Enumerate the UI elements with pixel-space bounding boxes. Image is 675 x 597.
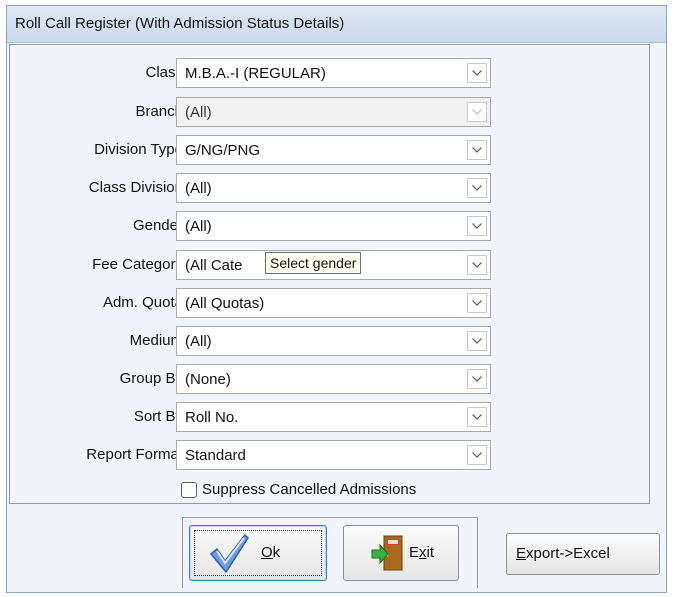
adm-quota-dropdown[interactable]: (All Quotas) — [176, 288, 491, 318]
chevron-down-icon — [467, 102, 487, 122]
chevron-down-icon[interactable] — [467, 331, 487, 351]
gender-tooltip: Select gender — [265, 252, 362, 274]
branch-dropdown: (All) — [176, 97, 491, 127]
window-title: Roll Call Register (With Admission Statu… — [15, 15, 345, 32]
class-division-value: (All) — [185, 180, 212, 197]
exit-mnemonic: x — [419, 544, 427, 561]
suppress-cancelled-checkbox[interactable] — [181, 482, 197, 498]
export-mnemonic: E — [516, 545, 527, 562]
chevron-down-icon[interactable] — [467, 407, 487, 427]
medium-label: Medium — [129, 332, 183, 349]
class-division-label: Class Division — [88, 179, 183, 196]
class-value: M.B.A.-I (REGULAR) — [185, 65, 326, 82]
suppress-cancelled-label: Suppress Cancelled Admissions — [202, 481, 417, 498]
adm-quota-value: (All Quotas) — [185, 295, 265, 312]
chevron-down-icon[interactable] — [467, 216, 487, 236]
medium-value: (All) — [185, 333, 212, 350]
exit-button[interactable]: Exit — [343, 525, 459, 581]
checkmark-icon — [210, 534, 249, 573]
branch-value: (All) — [185, 104, 212, 121]
medium-dropdown[interactable]: (All) — [176, 326, 491, 356]
ok-label-rest: k — [272, 544, 281, 561]
division-type-dropdown[interactable]: G/NG/PNG — [176, 135, 491, 165]
group-by-dropdown[interactable]: (None) — [176, 364, 491, 394]
class-division-dropdown[interactable]: (All) — [176, 173, 491, 203]
chevron-down-icon[interactable] — [467, 63, 487, 83]
chevron-down-icon[interactable] — [467, 445, 487, 465]
export-label-rest: xport->Excel — [526, 545, 610, 562]
group-by-label: Group By — [119, 370, 183, 387]
report-format-value: Standard — [185, 447, 246, 464]
division-type-value: G/NG/PNG — [185, 142, 261, 159]
exit-door-icon — [371, 535, 403, 571]
fee-category-label: Fee Category — [92, 256, 183, 273]
division-type-label: Division Type — [94, 141, 183, 158]
sort-by-dropdown[interactable]: Roll No. — [176, 402, 491, 432]
report-format-label: Report Format — [86, 446, 183, 463]
report-format-dropdown[interactable]: Standard — [176, 440, 491, 470]
gender-value: (All) — [185, 218, 212, 235]
chevron-down-icon[interactable] — [467, 140, 487, 160]
chevron-down-icon[interactable] — [467, 178, 487, 198]
exit-label-pre: E — [409, 544, 420, 561]
group-by-value: (None) — [185, 371, 231, 388]
adm-quota-label: Adm. Quota — [102, 294, 183, 311]
chevron-down-icon[interactable] — [467, 369, 487, 389]
sort-by-value: Roll No. — [185, 409, 239, 426]
ok-button[interactable]: Ok — [189, 525, 327, 581]
class-dropdown[interactable]: M.B.A.-I (REGULAR) — [176, 58, 491, 88]
chevron-down-icon[interactable] — [467, 293, 487, 313]
title-bar: Roll Call Register (With Admission Statu… — [7, 6, 666, 43]
export-excel-button[interactable]: Export->Excel — [506, 533, 660, 575]
gender-dropdown[interactable]: (All) — [176, 211, 491, 241]
fee-category-value: (All Cate — [185, 257, 243, 274]
ok-mnemonic: O — [261, 544, 273, 561]
exit-label-rest: it — [426, 544, 435, 561]
chevron-down-icon[interactable] — [467, 255, 487, 275]
